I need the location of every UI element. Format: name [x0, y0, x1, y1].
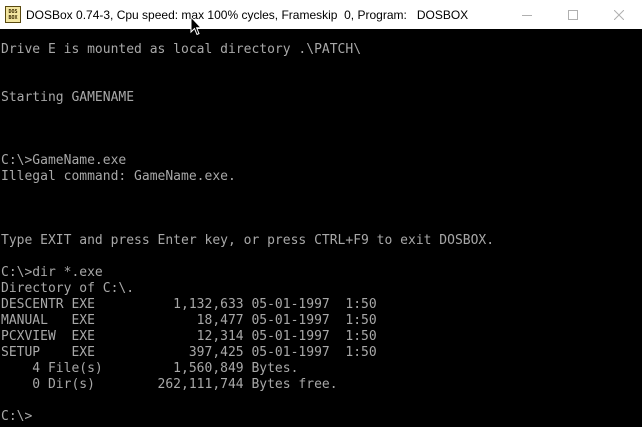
console-line: Illegal command: GameName.exe. [1, 169, 236, 184]
close-icon [614, 9, 624, 20]
console-line: Starting GAMENAME [1, 90, 135, 105]
console-prompt: C:\> [1, 409, 33, 424]
icon-text-bottom: BOX [8, 14, 18, 21]
window-title: DOSBox 0.74-3, Cpu speed: max 100% cycle… [26, 7, 469, 22]
console-line: MANUAL EXE 18,477 05-01-1997 1:50 [1, 313, 377, 328]
console-line: C:\>dir *.exe [1, 265, 103, 280]
mouse-pointer-icon [190, 16, 202, 36]
minimize-button[interactable] [504, 0, 550, 29]
console-screen[interactable]: Drive E is mounted as local directory .\… [0, 29, 642, 427]
minimize-icon [522, 14, 532, 16]
window-controls [504, 0, 642, 29]
console-line: DESCENTR EXE 1,132,633 05-01-1997 1:50 [1, 297, 377, 312]
console-line: 0 Dir(s) 262,111,744 Bytes free. [1, 377, 338, 392]
maximize-button[interactable] [550, 0, 596, 29]
console-line: PCXVIEW EXE 12,314 05-01-1997 1:50 [1, 329, 377, 344]
dosbox-window: DOS BOX DOSBox 0.74-3, Cpu speed: max 10… [0, 0, 642, 427]
console-line: C:\>GameName.exe [1, 153, 127, 168]
console-line: Type EXIT and press Enter key, or press … [1, 233, 495, 248]
console-line: 4 File(s) 1,560,849 Bytes. [1, 361, 299, 376]
console-line: SETUP EXE 397,425 05-01-1997 1:50 [1, 345, 377, 360]
dosbox-icon[interactable]: DOS BOX [5, 6, 21, 23]
maximize-icon [568, 9, 578, 20]
close-button[interactable] [596, 0, 642, 29]
console-line: Drive E is mounted as local directory .\… [1, 42, 362, 57]
title-bar[interactable]: DOS BOX DOSBox 0.74-3, Cpu speed: max 10… [0, 0, 642, 29]
console-line: Directory of C:\. [1, 281, 135, 296]
